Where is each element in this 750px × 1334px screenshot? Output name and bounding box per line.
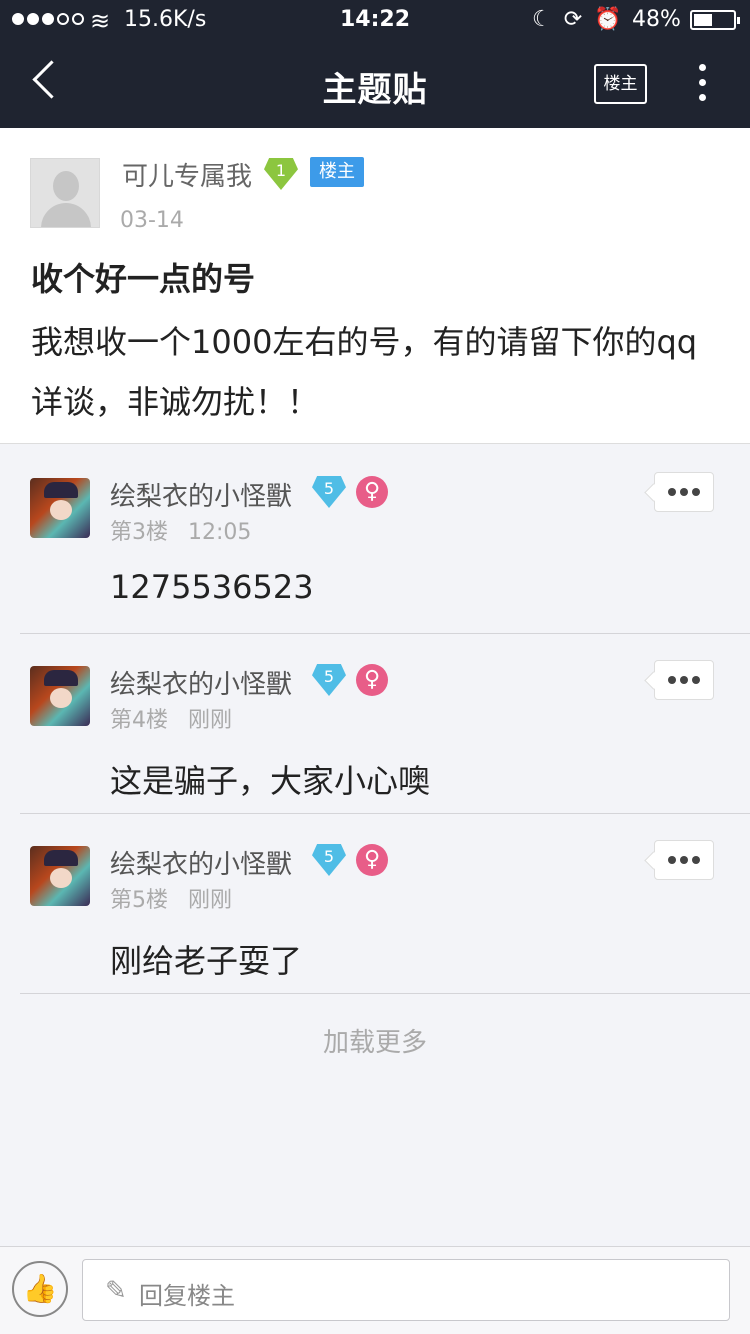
op-tag: 楼主	[310, 157, 364, 187]
avatar[interactable]	[30, 666, 90, 726]
op-only-button[interactable]: 楼主	[594, 64, 647, 104]
floor-number: 第3楼	[110, 520, 168, 545]
reply-menu-button[interactable]	[654, 660, 714, 700]
reply-menu-button[interactable]	[654, 472, 714, 512]
top-bar: ≋ 15.6K/s 14:22 ☾ ⟳ ⏰ 48% 主题贴 楼主	[0, 0, 750, 128]
more-vertical-icon	[696, 64, 708, 101]
reply-text: 刚给老子耍了	[110, 942, 303, 980]
avatar[interactable]	[30, 478, 90, 538]
battery-level	[694, 14, 712, 26]
status-bar: ≋ 15.6K/s 14:22 ☾ ⟳ ⏰ 48%	[0, 0, 750, 40]
reply-menu-button[interactable]	[654, 840, 714, 880]
pencil-icon: ✎	[105, 1276, 127, 1306]
female-icon: ♀	[356, 844, 388, 876]
alarm-icon: ⏰	[594, 7, 622, 32]
post-date: 03-14	[120, 208, 184, 233]
divider	[20, 813, 750, 814]
reply-input[interactable]: ✎ 回复楼主	[82, 1259, 730, 1321]
moon-icon: ☾	[532, 7, 552, 32]
avatar[interactable]	[30, 846, 90, 906]
level-badge: 5	[312, 476, 346, 508]
load-more-button[interactable]: 加载更多	[0, 1022, 750, 1059]
rotation-lock-icon: ⟳	[563, 7, 583, 32]
more-horizontal-icon	[666, 849, 702, 868]
reply-text: 这是骗子，大家小心噢	[110, 762, 431, 800]
battery-percent: 48%	[632, 7, 681, 32]
reply-time: 刚刚	[188, 708, 233, 733]
reply-time: 12:05	[188, 520, 252, 545]
reply-time: 刚刚	[188, 888, 233, 913]
reply-text: 1275536523	[110, 568, 314, 606]
level-badge: 5	[312, 664, 346, 696]
level-badge: 5	[312, 844, 346, 876]
main-post: 可儿专属我 楼主 03-14 收个好一点的号 我想收一个1000左右的号，有的请…	[0, 128, 750, 444]
female-icon: ♀	[356, 664, 388, 696]
author-name[interactable]: 绘梨衣的小怪獸	[110, 844, 292, 881]
more-horizontal-icon	[666, 481, 702, 500]
more-horizontal-icon	[666, 669, 702, 688]
author-name[interactable]: 可儿专属我	[122, 156, 252, 193]
female-icon: ♀	[356, 476, 388, 508]
bottom-bar: 👍 ✎ 回复楼主	[0, 1246, 750, 1334]
floor-number: 第5楼	[110, 888, 168, 913]
avatar[interactable]	[30, 158, 100, 228]
more-button[interactable]	[696, 64, 708, 106]
divider	[20, 993, 750, 994]
author-name[interactable]: 绘梨衣的小怪獸	[110, 664, 292, 701]
reply-placeholder: 回复楼主	[139, 1282, 235, 1310]
post-title: 收个好一点的号	[31, 260, 256, 298]
floor-number: 第4楼	[110, 708, 168, 733]
battery-icon	[690, 10, 740, 30]
thumbs-up-icon: 👍	[22, 1272, 58, 1305]
author-name[interactable]: 绘梨衣的小怪獸	[110, 476, 292, 513]
post-content: 我想收一个1000左右的号，有的请留下你的qq详谈，非诚勿扰！！	[31, 323, 698, 421]
divider	[20, 633, 750, 634]
like-button[interactable]: 👍	[12, 1261, 68, 1317]
